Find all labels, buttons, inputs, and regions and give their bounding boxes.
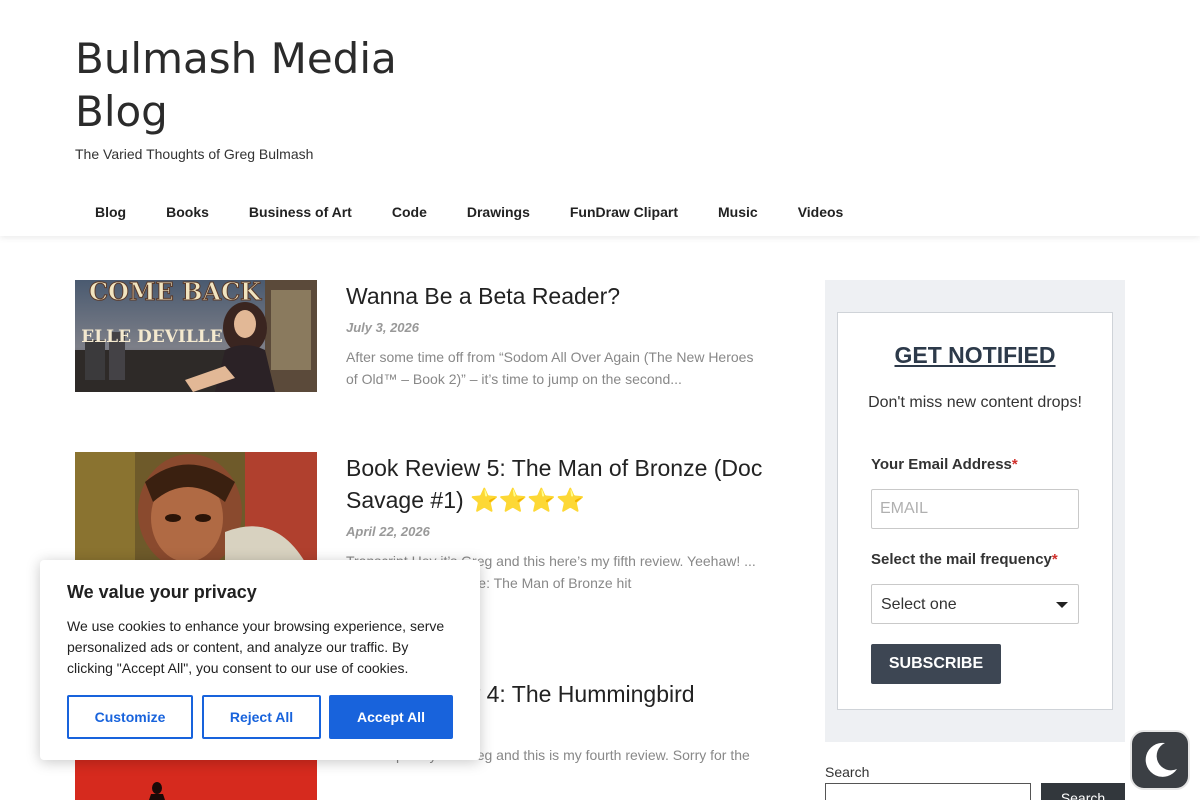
nav-item-music[interactable]: Music xyxy=(698,195,778,229)
post-title[interactable]: Book Review 5: The Man of Bronze (Doc Sa… xyxy=(346,452,766,516)
frequency-label: Select the mail frequency* xyxy=(871,551,1058,568)
nav-item-drawings[interactable]: Drawings xyxy=(447,195,550,229)
nav-item-blog[interactable]: Blog xyxy=(75,195,146,229)
search-button[interactable]: Search xyxy=(1041,783,1125,800)
cookie-title: We value your privacy xyxy=(67,582,257,602)
email-label: Your Email Address* xyxy=(871,456,1018,473)
main-nav: Blog Books Business of Art Code Drawings… xyxy=(75,195,863,229)
required-mark: * xyxy=(1011,456,1018,473)
search-label: Search xyxy=(825,764,870,780)
post-title[interactable]: Wanna Be a Beta Reader? xyxy=(346,280,766,312)
email-label-text: Your Email Address xyxy=(871,456,1012,473)
post-body: Wanna Be a Beta Reader? July 3, 2026 Aft… xyxy=(346,280,766,390)
reject-all-button[interactable]: Reject All xyxy=(202,695,321,739)
site-tagline: The Varied Thoughts of Greg Bulmash xyxy=(75,146,314,162)
caret-down-icon xyxy=(1056,602,1068,608)
cookie-text: We use cookies to enhance your browsing … xyxy=(67,618,445,676)
post-date: April 22, 2026 xyxy=(346,524,430,539)
site-title[interactable]: Bulmash Media Blog xyxy=(75,32,455,138)
customize-button[interactable]: Customize xyxy=(67,695,193,739)
accept-all-button[interactable]: Accept All xyxy=(329,695,453,739)
nav-item-videos[interactable]: Videos xyxy=(778,195,864,229)
moon-icon xyxy=(1145,742,1177,777)
search-input[interactable] xyxy=(825,783,1031,800)
book-cover-image: COME BACK ELLE DEVILLE xyxy=(75,280,317,392)
required-mark: * xyxy=(1051,551,1058,568)
email-field[interactable] xyxy=(871,489,1079,529)
signup-description: Don't miss new content drops! xyxy=(868,394,1082,411)
post-date: July 3, 2026 xyxy=(346,320,419,335)
site-header: Bulmash Media Blog The Varied Thoughts o… xyxy=(0,0,1200,236)
nav-item-fundraw-clipart[interactable]: FunDraw Clipart xyxy=(550,195,698,229)
signup-heading: GET NOTIFIED xyxy=(894,342,1056,368)
cover-title-text: COME BACK xyxy=(89,280,262,306)
subscribe-button[interactable]: SUBSCRIBE xyxy=(871,644,1001,684)
post-excerpt: After some time off from “Sodom All Over… xyxy=(346,349,754,387)
dark-mode-toggle[interactable] xyxy=(1130,730,1190,790)
signup-form: GET NOTIFIED Don't miss new content drop… xyxy=(837,312,1113,710)
newsletter-widget: GET NOTIFIED Don't miss new content drop… xyxy=(825,280,1125,742)
nav-item-code[interactable]: Code xyxy=(372,195,447,229)
nav-item-books[interactable]: Books xyxy=(146,195,229,229)
frequency-select-value: Select one xyxy=(881,596,957,613)
post-thumbnail[interactable]: COME BACK ELLE DEVILLE xyxy=(75,280,317,392)
post-item: COME BACK ELLE DEVILLE Wanna Be a Beta R… xyxy=(75,280,765,392)
cookie-consent-banner: We value your privacy We use cookies to … xyxy=(40,560,480,760)
frequency-select[interactable]: Select one xyxy=(871,584,1079,624)
nav-item-business-of-art[interactable]: Business of Art xyxy=(229,195,372,229)
frequency-label-text: Select the mail frequency xyxy=(871,551,1052,568)
cover-author-text: ELLE DEVILLE xyxy=(81,327,222,347)
